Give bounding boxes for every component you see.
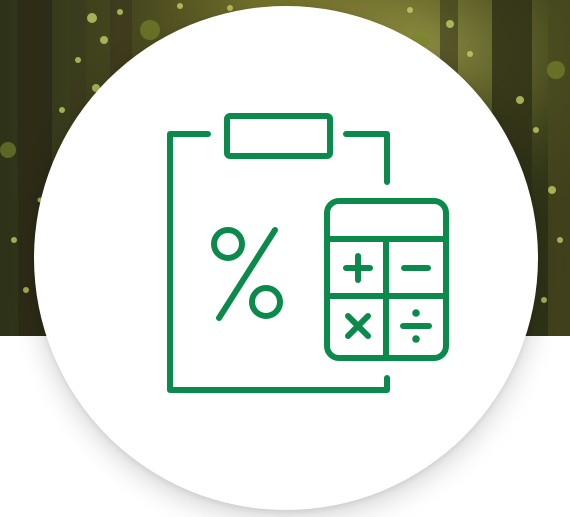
clipboard-clip — [224, 113, 333, 159]
percent-slash — [216, 227, 278, 321]
page — [0, 0, 570, 517]
percent-dot-top — [211, 227, 245, 261]
clipboard-outline — [167, 131, 390, 393]
tax-clipboard-calculator-icon — [167, 113, 449, 393]
percent-dot-bottom — [249, 285, 283, 319]
divide-key-dot-bottom — [412, 335, 420, 343]
clipboard-right-edge — [343, 131, 390, 185]
divide-key-dot-top — [412, 309, 420, 317]
